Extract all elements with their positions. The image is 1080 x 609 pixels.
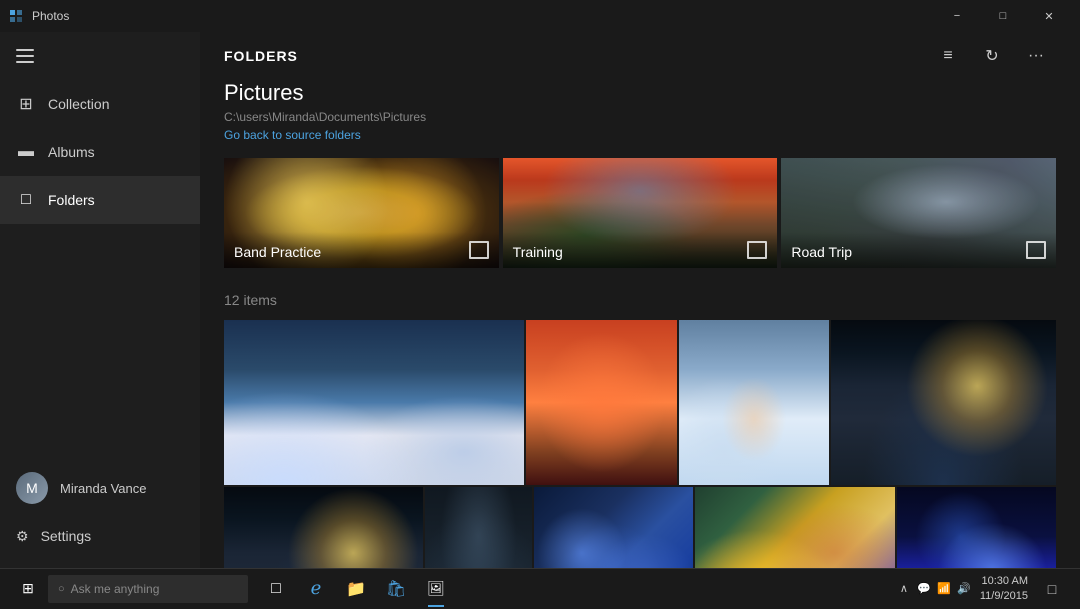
sidebar-item-settings[interactable]: ⚙ Settings: [0, 512, 200, 560]
sidebar-toggle[interactable]: [0, 32, 200, 80]
app-icon: [8, 8, 24, 24]
photo-row-1: [224, 320, 1056, 485]
settings-icon: ⚙: [16, 528, 29, 545]
close-button[interactable]: ✕: [1026, 0, 1072, 32]
search-bar[interactable]: ○ Ask me anything: [48, 575, 248, 603]
taskbar-app-store[interactable]: 🛍: [376, 569, 416, 609]
settings-label: Settings: [41, 528, 92, 544]
start-button[interactable]: ⊞: [8, 569, 48, 609]
app-body: ⊞ Collection ▬ Albums □ Folders M Mirand…: [0, 32, 1080, 568]
folder-name-band-practice: Band Practice: [234, 244, 321, 260]
section-path: C:\users\Miranda\Documents\Pictures: [224, 110, 1056, 124]
tray-network[interactable]: 📶: [936, 581, 952, 597]
taskbar-app-taskview[interactable]: □: [256, 569, 296, 609]
sidebar-nav: ⊞ Collection ▬ Albums □ Folders: [0, 80, 200, 464]
photo-row-2: [224, 487, 1056, 568]
photo-winter-wide[interactable]: [224, 320, 524, 485]
photo-blue-person[interactable]: [897, 487, 1056, 568]
folder-name-road-trip: Road Trip: [791, 244, 852, 260]
taskbar: ⊞ ○ Ask me anything □ ℯ 📁 🛍 🖼 ∧ 💬 📶 🔊 10…: [0, 568, 1080, 608]
tray-notifications[interactable]: 💬: [916, 581, 932, 597]
window-controls: − □ ✕: [934, 0, 1072, 32]
folder-name-training: Training: [513, 244, 563, 260]
folder-info: Road Trip: [781, 232, 1056, 268]
app-title: Photos: [32, 9, 934, 23]
taskbar-app-explorer[interactable]: 📁: [336, 569, 376, 609]
search-placeholder: Ask me anything: [71, 582, 160, 596]
sidebar: ⊞ Collection ▬ Albums □ Folders M Mirand…: [0, 32, 200, 568]
photo-market[interactable]: [695, 487, 894, 568]
taskbar-apps: □ ℯ 📁 🛍 🖼: [256, 569, 456, 609]
avatar: M: [16, 472, 48, 504]
photo-ski-kid[interactable]: [679, 320, 829, 485]
view-toggle-button[interactable]: ≡: [928, 36, 968, 76]
folders-icon: □: [16, 190, 36, 210]
sidebar-item-folders[interactable]: □ Folders: [0, 176, 200, 224]
folder-select-icon: [747, 240, 767, 260]
sidebar-item-albums-label: Albums: [48, 144, 95, 160]
sidebar-item-collection-label: Collection: [48, 96, 109, 112]
folder-card-band-practice[interactable]: Band Practice: [224, 158, 499, 268]
page-title: FOLDERS: [224, 48, 298, 64]
folder-select-icon: [469, 240, 489, 260]
system-tray: ∧ 💬 📶 🔊 10:30 AM 11/9/2015 □: [896, 569, 1072, 609]
taskbar-app-photos[interactable]: 🖼: [416, 569, 456, 609]
tray-volume[interactable]: 🔊: [956, 581, 972, 597]
photo-night-cabin[interactable]: [224, 487, 423, 568]
tray-overflow[interactable]: ∧: [896, 581, 912, 597]
sidebar-item-collection[interactable]: ⊞ Collection: [0, 80, 200, 128]
content-header: FOLDERS ≡ ↻ ···: [200, 32, 1080, 80]
titlebar: Photos − □ ✕: [0, 0, 1080, 32]
action-center-button[interactable]: □: [1036, 569, 1068, 609]
maximize-button[interactable]: □: [980, 0, 1026, 32]
refresh-button[interactable]: ↻: [972, 36, 1012, 76]
sidebar-item-albums[interactable]: ▬ Albums: [0, 128, 200, 176]
taskbar-app-edge[interactable]: ℯ: [296, 569, 336, 609]
section-title: Pictures: [224, 80, 1056, 106]
photo-orange-kid[interactable]: [526, 320, 676, 485]
albums-icon: ▬: [16, 142, 36, 162]
photo-blue-texture[interactable]: [534, 487, 693, 568]
folder-card-road-trip[interactable]: Road Trip: [781, 158, 1056, 268]
search-icon: ○: [58, 583, 65, 595]
minimize-button[interactable]: −: [934, 0, 980, 32]
header-actions: ≡ ↻ ···: [928, 36, 1056, 76]
collection-icon: ⊞: [16, 94, 36, 114]
hamburger-icon: [16, 49, 34, 63]
more-options-button[interactable]: ···: [1016, 36, 1056, 76]
folder-grid: Band Practice Training Roa: [224, 158, 1056, 268]
user-profile[interactable]: M Miranda Vance: [0, 464, 200, 512]
folder-info: Band Practice: [224, 232, 499, 268]
back-to-source-link[interactable]: Go back to source folders: [224, 128, 1056, 142]
folder-info: Training: [503, 232, 778, 268]
content-area: FOLDERS ≡ ↻ ··· Pictures C:\users\Mirand…: [200, 32, 1080, 568]
photo-night-landscape[interactable]: [831, 320, 1056, 485]
system-clock[interactable]: 10:30 AM 11/9/2015: [976, 574, 1032, 603]
folder-card-training[interactable]: Training: [503, 158, 778, 268]
folder-select-icon: [1026, 240, 1046, 260]
user-name: Miranda Vance: [60, 481, 146, 496]
content-body: Pictures C:\users\Miranda\Documents\Pict…: [200, 80, 1080, 568]
sidebar-item-folders-label: Folders: [48, 192, 95, 208]
photo-grid: [224, 320, 1056, 568]
sidebar-footer: M Miranda Vance ⚙ Settings: [0, 464, 200, 568]
items-count: 12 items: [224, 292, 1056, 308]
photo-dark-portrait[interactable]: [425, 487, 531, 568]
